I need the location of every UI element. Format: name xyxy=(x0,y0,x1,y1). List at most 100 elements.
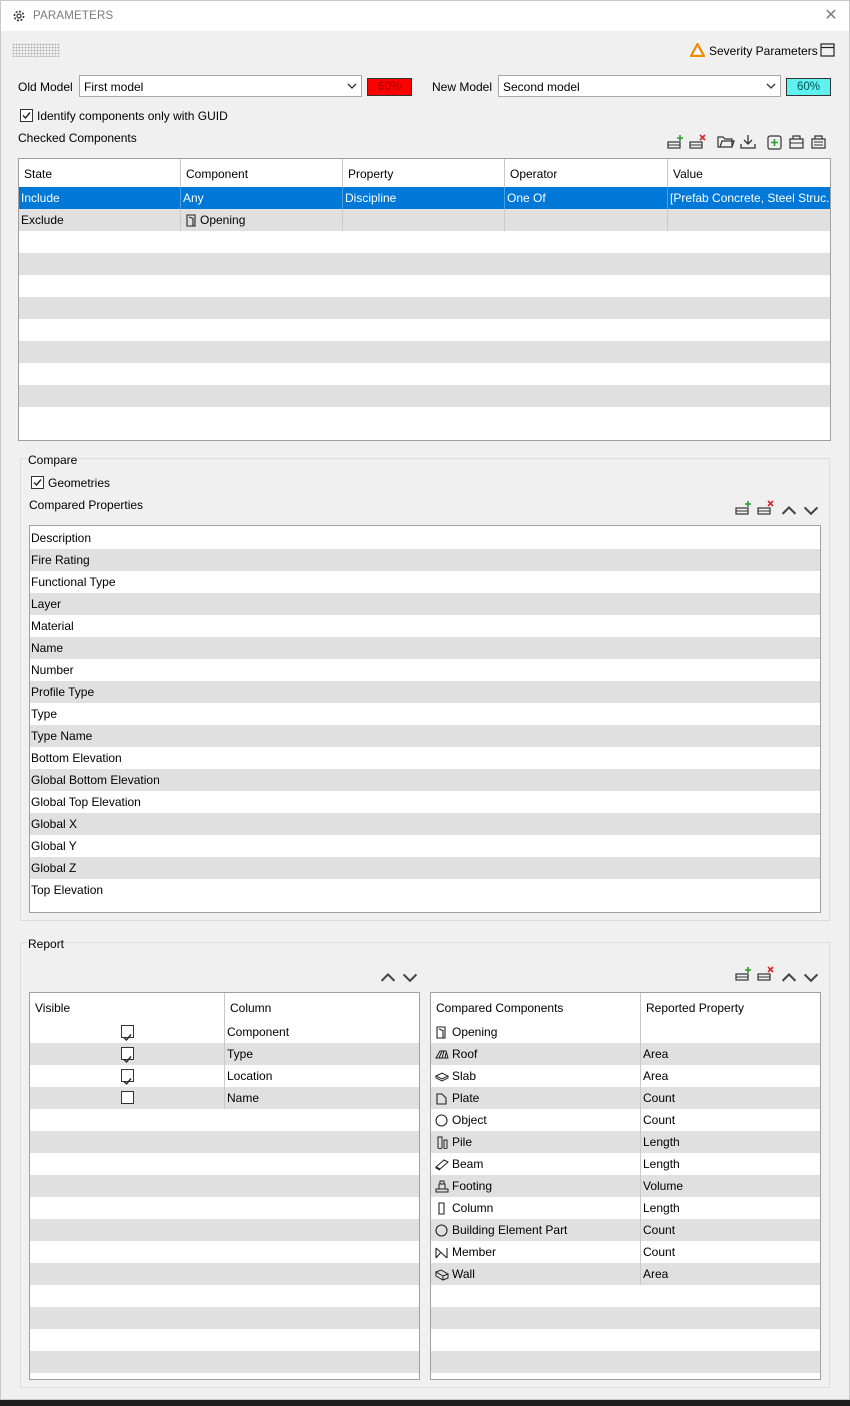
table-row[interactable]: Wall Area xyxy=(431,1263,820,1285)
cell-component: Building Element Part xyxy=(431,1219,641,1241)
empty-row xyxy=(30,1197,419,1219)
add-group-icon[interactable] xyxy=(766,133,784,151)
add-property-icon[interactable] xyxy=(735,499,753,517)
panel-icon[interactable] xyxy=(820,43,835,57)
title-bar: PARAMETERS ✕ xyxy=(1,1,849,31)
empty-row xyxy=(19,275,830,297)
list-item[interactable]: Type xyxy=(30,703,820,725)
list-item[interactable]: Top Elevation xyxy=(30,879,820,901)
ungroup-icon[interactable] xyxy=(810,133,828,151)
column-header-state[interactable]: State xyxy=(19,159,181,187)
old-model-value: First model xyxy=(84,80,144,94)
list-item[interactable]: Name xyxy=(30,637,820,659)
list-item[interactable]: Functional Type xyxy=(30,571,820,593)
table-row[interactable]: Name xyxy=(30,1087,419,1109)
move-up-icon[interactable] xyxy=(379,968,397,986)
column-header-compared-components[interactable]: Compared Components xyxy=(431,993,641,1021)
column-header-operator[interactable]: Operator xyxy=(505,159,668,187)
component-label: Beam xyxy=(452,1157,484,1171)
property-label: Fire Rating xyxy=(31,553,90,567)
column-header-value[interactable]: Value xyxy=(668,159,830,187)
table-row[interactable]: Footing Volume xyxy=(431,1175,820,1197)
move-down-icon[interactable] xyxy=(802,968,820,986)
column-header-reported-property[interactable]: Reported Property xyxy=(641,993,820,1021)
checkmark-icon xyxy=(123,1056,132,1064)
group-icon[interactable] xyxy=(788,133,806,151)
column-header-visible[interactable]: Visible xyxy=(30,993,225,1021)
empty-row xyxy=(30,1285,419,1307)
list-item[interactable]: Layer xyxy=(30,593,820,615)
open-folder-icon[interactable] xyxy=(717,133,735,151)
add-row-icon[interactable] xyxy=(667,133,685,151)
list-item[interactable]: Global Y xyxy=(30,835,820,857)
empty-row xyxy=(431,1329,820,1351)
list-item[interactable]: Global Bottom Elevation xyxy=(30,769,820,791)
component-label: Object xyxy=(452,1113,487,1127)
list-item[interactable]: Bottom Elevation xyxy=(30,747,820,769)
empty-row xyxy=(30,1263,419,1285)
move-down-icon[interactable] xyxy=(802,501,820,519)
cell-visible xyxy=(30,1087,225,1109)
list-item[interactable]: Type Name xyxy=(30,725,820,747)
new-model-select[interactable]: Second model xyxy=(498,75,781,97)
drag-grip[interactable] xyxy=(12,43,60,57)
visible-checkbox[interactable] xyxy=(121,1047,134,1064)
table-row[interactable]: Type xyxy=(30,1043,419,1065)
list-item[interactable]: Global Top Elevation xyxy=(30,791,820,813)
severity-parameters-button[interactable]: Severity Parameters xyxy=(709,44,818,58)
table-row[interactable]: Plate Count xyxy=(431,1087,820,1109)
move-down-icon[interactable] xyxy=(401,968,419,986)
table-row[interactable]: Pile Length xyxy=(431,1131,820,1153)
list-item[interactable]: Material xyxy=(30,615,820,637)
table-row[interactable]: Beam Length xyxy=(431,1153,820,1175)
cell-value: [Prefab Concrete, Steel Struc... xyxy=(670,191,830,205)
remove-row-icon[interactable] xyxy=(689,133,707,151)
cell-reported-property: Length xyxy=(643,1201,680,1215)
remove-property-icon[interactable] xyxy=(757,499,775,517)
table-row[interactable]: Include Any Discipline One Of [Prefab Co… xyxy=(19,187,830,209)
column-header-property[interactable]: Property xyxy=(343,159,505,187)
table-row[interactable]: Slab Area xyxy=(431,1065,820,1087)
property-label: Functional Type xyxy=(31,575,116,589)
empty-row xyxy=(30,1351,419,1373)
warning-triangle-icon xyxy=(690,43,705,57)
list-item[interactable]: Description xyxy=(30,527,820,549)
table-row[interactable]: Member Count xyxy=(431,1241,820,1263)
component-label: Footing xyxy=(452,1179,493,1193)
table-row[interactable]: Column Length xyxy=(431,1197,820,1219)
table-row[interactable]: Object Count xyxy=(431,1109,820,1131)
cell-component: Pile xyxy=(431,1131,641,1153)
cell-reported-property: Volume xyxy=(643,1179,684,1193)
table-row[interactable]: Opening xyxy=(431,1021,820,1043)
visible-checkbox[interactable] xyxy=(121,1025,134,1042)
remove-component-icon[interactable] xyxy=(757,965,775,983)
table-row[interactable]: Location xyxy=(30,1065,419,1087)
cell-column: Type xyxy=(227,1047,254,1061)
old-model-select[interactable]: First model xyxy=(79,75,362,97)
add-component-icon[interactable] xyxy=(735,965,753,983)
empty-row xyxy=(19,407,830,429)
list-item[interactable]: Number xyxy=(30,659,820,681)
component-label: Opening xyxy=(452,1025,498,1039)
list-item[interactable]: Global X xyxy=(30,813,820,835)
move-up-icon[interactable] xyxy=(780,968,798,986)
visible-checkbox[interactable] xyxy=(121,1091,134,1104)
column-header-column[interactable]: Column xyxy=(225,993,419,1021)
table-row[interactable]: Building Element Part Count xyxy=(431,1219,820,1241)
table-row[interactable]: Exclude Opening xyxy=(19,209,830,231)
list-item[interactable]: Global Z xyxy=(30,857,820,879)
download-icon[interactable] xyxy=(739,133,757,151)
checked-components-title: Checked Components xyxy=(18,131,137,145)
table-row[interactable]: Component xyxy=(30,1021,419,1043)
close-icon[interactable]: ✕ xyxy=(822,7,840,25)
cell-reported-property: Area xyxy=(643,1069,669,1083)
geometries-checkbox[interactable] xyxy=(31,476,44,489)
list-item[interactable]: Fire Rating xyxy=(30,549,820,571)
column-header-component[interactable]: Component xyxy=(181,159,343,187)
property-label: Material xyxy=(31,619,74,633)
guid-checkbox[interactable] xyxy=(20,109,33,122)
table-row[interactable]: Roof Area xyxy=(431,1043,820,1065)
move-up-icon[interactable] xyxy=(780,501,798,519)
visible-checkbox[interactable] xyxy=(121,1069,134,1086)
list-item[interactable]: Profile Type xyxy=(30,681,820,703)
